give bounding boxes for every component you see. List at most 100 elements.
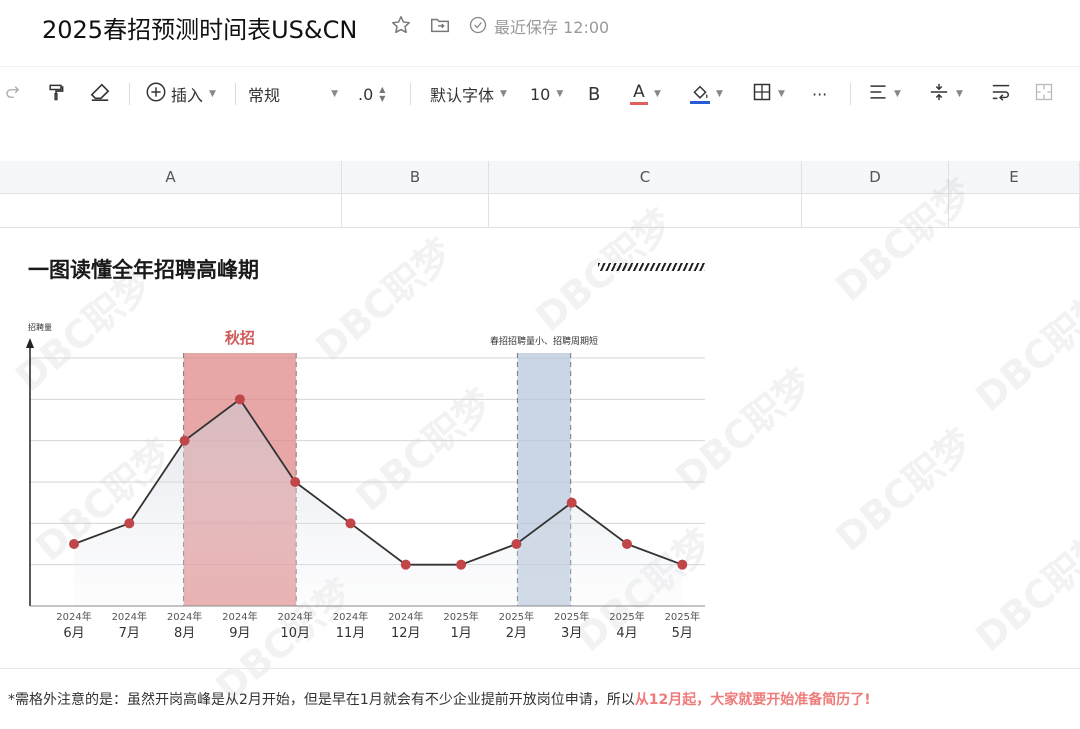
insert-label: 插入 bbox=[171, 86, 204, 105]
formula-area bbox=[0, 123, 1080, 162]
format-painter-icon bbox=[46, 82, 66, 106]
toolbar-divider bbox=[235, 83, 236, 105]
x-tick-year: 2025年 bbox=[499, 610, 534, 623]
wrap-text-button[interactable] bbox=[990, 79, 1012, 109]
column-header-d[interactable]: D bbox=[802, 161, 949, 193]
clear-format-button[interactable] bbox=[89, 79, 111, 109]
font-color-letter: A bbox=[633, 81, 645, 102]
chevron-down-icon: ▼ bbox=[956, 89, 963, 99]
toolbar-divider bbox=[129, 83, 130, 105]
autumn-band-label: 秋招 bbox=[225, 329, 255, 347]
borders-icon bbox=[752, 82, 772, 106]
x-tick-month: 12月 bbox=[391, 626, 421, 641]
decorative-stripes bbox=[598, 263, 705, 271]
data-point bbox=[566, 497, 577, 508]
x-tick-month: 5月 bbox=[672, 626, 693, 641]
series-area bbox=[74, 399, 683, 606]
data-point bbox=[69, 539, 79, 549]
vertical-align-button[interactable]: ▼ bbox=[928, 79, 963, 109]
x-tick-year: 2025年 bbox=[609, 610, 644, 623]
bold-button[interactable]: B bbox=[588, 79, 600, 109]
chevron-down-icon: ▼ bbox=[716, 89, 723, 99]
font-family-label: 默认字体 bbox=[430, 86, 495, 105]
x-tick-year: 2025年 bbox=[665, 610, 700, 623]
x-tick-month: 9月 bbox=[229, 626, 250, 641]
x-tick-year: 2024年 bbox=[56, 610, 91, 623]
data-point bbox=[179, 435, 190, 446]
wrap-text-icon bbox=[990, 82, 1012, 106]
font-family-select[interactable]: 默认字体 ▼ bbox=[430, 79, 507, 109]
chevron-down-icon: ▼ bbox=[894, 89, 901, 99]
format-painter-button[interactable] bbox=[46, 79, 66, 109]
number-format-select[interactable]: 常规 ▼ bbox=[248, 79, 338, 109]
cell-d1[interactable] bbox=[802, 194, 949, 227]
x-tick-month: 1月 bbox=[450, 626, 471, 641]
column-header-row: A B C D E bbox=[0, 161, 1080, 194]
font-size-label: 10 bbox=[530, 84, 551, 104]
stepper-arrows-icon[interactable]: ▲ ▼ bbox=[379, 85, 385, 103]
x-tick-year: 2024年 bbox=[112, 610, 147, 623]
title-bar: 2025春招预测时间表US&CN 最近保存 12:00 bbox=[0, 0, 1080, 56]
data-point bbox=[400, 559, 411, 570]
cell-a1[interactable] bbox=[0, 194, 342, 227]
fill-color-swatch bbox=[690, 100, 710, 104]
toolbar: 插入 ▼ 常规 ▼ .0 ▲ ▼ 默认字体 ▼ 10 ▼ B A ▼ ▼ ▼ ·… bbox=[0, 66, 1080, 124]
data-point bbox=[622, 539, 632, 549]
watermark: DBC职梦 bbox=[827, 420, 982, 560]
decimal-stepper[interactable]: .0 ▲ ▼ bbox=[358, 79, 385, 109]
watermark: DBC职梦 bbox=[967, 280, 1080, 420]
x-tick-month: 7月 bbox=[119, 626, 140, 641]
y-axis-label: 招聘量 bbox=[28, 322, 52, 332]
data-point bbox=[456, 559, 467, 570]
save-status: 最近保存 12:00 bbox=[494, 18, 610, 37]
horizontal-align-button[interactable]: ▼ bbox=[868, 79, 901, 109]
document-title[interactable]: 2025春招预测时间表US&CN bbox=[42, 10, 357, 45]
toolbar-divider bbox=[410, 83, 411, 105]
x-tick-year: 2024年 bbox=[167, 610, 202, 623]
x-tick-year: 2025年 bbox=[554, 610, 589, 623]
x-tick-year: 2024年 bbox=[277, 610, 312, 623]
column-header-b[interactable]: B bbox=[342, 161, 489, 193]
footnote-text: *需格外注意的是：虽然开岗高峰是从2月开始，但是早在1月就会有不少企业提前开放岗… bbox=[8, 692, 635, 708]
cell-b1[interactable] bbox=[342, 194, 489, 227]
bold-label: B bbox=[588, 83, 601, 105]
move-to-folder-icon[interactable] bbox=[427, 12, 453, 38]
fill-color-button[interactable]: ▼ bbox=[690, 79, 723, 109]
eraser-icon bbox=[89, 82, 111, 106]
x-tick-year: 2024年 bbox=[222, 610, 257, 623]
x-tick-month: 4月 bbox=[616, 626, 637, 641]
cell-e1[interactable] bbox=[949, 194, 1080, 227]
decimal-label: .0 bbox=[358, 84, 374, 104]
column-header-c[interactable]: C bbox=[489, 161, 802, 193]
x-tick-month: 8月 bbox=[174, 626, 195, 641]
chevron-down-icon: ▼ bbox=[654, 89, 661, 99]
divider bbox=[0, 668, 1080, 669]
data-point bbox=[234, 394, 245, 405]
recruitment-peak-chart: 秋招 春招招聘量小、招聘周期短 招聘量 2024年 6月 2024年 7月 2024年 8月 20… bbox=[26, 322, 705, 641]
data-point bbox=[124, 518, 135, 529]
chevron-down-icon: ▼ bbox=[556, 89, 564, 99]
spring-band-label: 春招招聘量小、招聘周期短 bbox=[490, 335, 598, 347]
font-size-select[interactable]: 10 ▼ bbox=[530, 79, 563, 109]
more-button[interactable]: ··· bbox=[812, 79, 827, 109]
borders-button[interactable]: ▼ bbox=[752, 79, 785, 109]
cell-c1[interactable] bbox=[489, 194, 802, 227]
font-color-swatch bbox=[630, 101, 648, 105]
redo-icon bbox=[4, 83, 22, 105]
y-axis-arrow bbox=[26, 338, 34, 348]
plus-circle-icon bbox=[145, 81, 167, 107]
font-color-icon: A bbox=[630, 81, 648, 105]
redo-button[interactable] bbox=[4, 79, 22, 109]
x-tick-month: 2月 bbox=[506, 626, 527, 641]
merge-cells-button[interactable] bbox=[1034, 79, 1054, 109]
column-header-a[interactable]: A bbox=[0, 161, 342, 193]
data-point bbox=[290, 477, 301, 487]
column-header-e[interactable]: E bbox=[949, 161, 1080, 193]
star-icon[interactable] bbox=[388, 12, 414, 38]
x-tick-year: 2024年 bbox=[333, 610, 368, 623]
font-color-button[interactable]: A ▼ bbox=[630, 79, 661, 109]
align-left-icon bbox=[868, 83, 888, 105]
more-label: ··· bbox=[812, 84, 828, 104]
chevron-down-icon: ▼ bbox=[500, 89, 507, 99]
insert-menu[interactable]: 插入 ▼ bbox=[145, 79, 216, 109]
